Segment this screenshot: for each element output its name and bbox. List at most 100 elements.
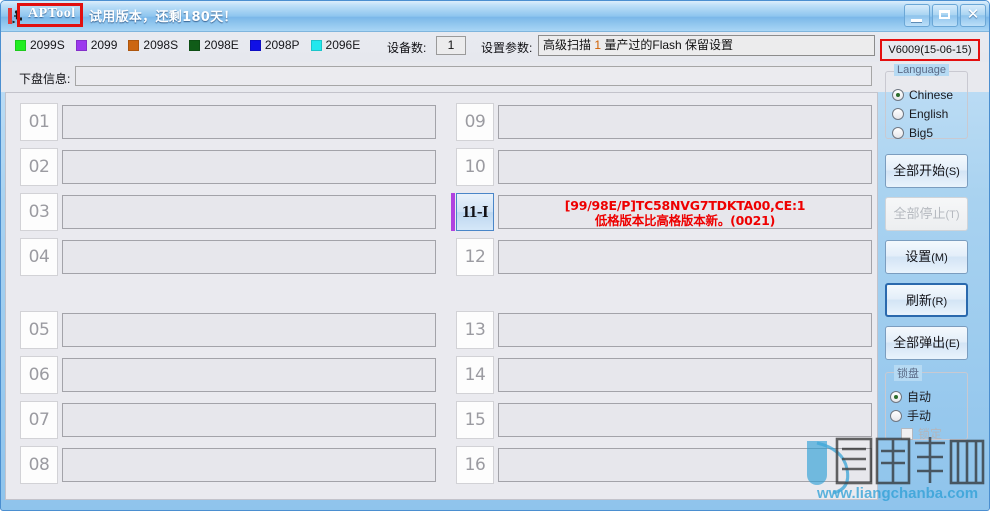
app-title: APTool (28, 6, 76, 21)
radio-icon (890, 409, 902, 422)
checkbox-icon (901, 427, 913, 440)
slot-info-field[interactable] (62, 313, 436, 347)
radio-icon (890, 390, 902, 403)
slot-row: 10 (456, 148, 872, 186)
slot-row: 12 (456, 238, 872, 276)
slot-number-button[interactable]: 04 (20, 238, 58, 276)
slot-number-button[interactable]: 02 (20, 148, 58, 186)
slot-row: 01 (20, 103, 436, 141)
disk-info-row: 下盘信息: (1, 62, 989, 92)
slot-info-field[interactable] (498, 358, 872, 392)
slot-info-field[interactable] (498, 150, 872, 184)
slot-number-button[interactable]: 10 (456, 148, 494, 186)
slot-number-button[interactable]: 08 (20, 446, 58, 484)
legend-color-swatch (249, 39, 261, 51)
slot-message-line-1: [99/98E/P]TC58NVG7TDKTA00,CE:1 (564, 198, 806, 213)
start-all-mnemonic: (S) (945, 166, 960, 178)
settings-mnemonic: (M) (931, 252, 948, 264)
slot-info-field[interactable] (498, 448, 872, 482)
legend-label: 2098S (143, 38, 179, 52)
slot-row: 03 (20, 193, 436, 231)
slot-info-field[interactable] (62, 240, 436, 274)
legend-item-2098E: 2098E (189, 38, 239, 52)
stop-all-label: 全部停止 (893, 206, 946, 221)
slot-number-button[interactable]: 05 (20, 311, 58, 349)
settings-param-field[interactable]: 高级扫描 1 量产过的Flash 保留设置 (538, 35, 875, 56)
eject-all-mnemonic: (E) (945, 338, 960, 350)
slot-row: 08 (20, 446, 436, 484)
start-all-button[interactable]: 全部开始(S) (885, 154, 968, 188)
slot-panel: 01 02 03 04 05 06 07 08 09 10 11-I [99/98E/P]TC58NV… (5, 92, 878, 500)
slot-number-button[interactable]: 15 (456, 401, 494, 439)
disk-info-field[interactable] (75, 66, 872, 86)
language-option-label: Chinese (909, 88, 954, 102)
slot-row: 04 (20, 238, 436, 276)
language-group-title: Language (894, 64, 949, 76)
slot-number-button[interactable]: 07 (20, 401, 58, 439)
language-option-chinese[interactable]: Chinese (892, 88, 953, 102)
stop-all-button[interactable]: 全部停止(T) (885, 197, 968, 231)
slot-info-field[interactable] (62, 358, 436, 392)
lock-checkbox-row[interactable]: 锁定 (901, 425, 942, 442)
slot-row: 13 (456, 311, 872, 349)
lock-option-auto[interactable]: 自动 (890, 388, 931, 405)
start-all-label: 全部开始 (893, 163, 946, 178)
eject-all-button[interactable]: 全部弹出(E) (885, 326, 968, 360)
legend-color-swatch (310, 39, 322, 51)
language-option-label: English (909, 107, 949, 121)
slot-info-field[interactable] (498, 313, 872, 347)
lock-option-label: 自动 (907, 390, 932, 404)
settings-param-label: 设置参数: (481, 41, 533, 55)
slot-info-field[interactable] (498, 403, 872, 437)
legend-item-2098S: 2098S (128, 38, 178, 52)
refresh-button[interactable]: 刷新(R) (885, 283, 968, 317)
slot-row: 07 (20, 401, 436, 439)
slot-row: 06 (20, 356, 436, 394)
device-count-label: 设备数: (387, 41, 427, 55)
minimize-button[interactable] (904, 4, 930, 27)
slot-number-button[interactable]: 01 (20, 103, 58, 141)
legend-item-2098P: 2098P (249, 38, 300, 52)
slot-info-field[interactable] (498, 240, 872, 274)
legend-label: 2099S (30, 38, 65, 52)
slot-info-field[interactable] (62, 150, 436, 184)
slot-number-button[interactable]: 11-I (456, 193, 494, 231)
settings-label: 设置 (905, 249, 932, 264)
legend-color-swatch (189, 39, 201, 51)
slot-row: 14 (456, 356, 872, 394)
slot-number-button[interactable]: 09 (456, 103, 494, 141)
slot-row: 16 (456, 446, 872, 484)
slot-message-line-2: 低格版本比高格版本新。(0021) (594, 213, 776, 228)
language-option-big5[interactable]: Big5 (892, 126, 933, 140)
slot-number-button[interactable]: 03 (20, 193, 58, 231)
slot-number-button[interactable]: 14 (456, 356, 494, 394)
slot-info-field[interactable] (62, 195, 436, 229)
close-button[interactable]: ✕ (960, 4, 986, 27)
title-bar: APTool 试用版本，还剩180天！ ✕ (1, 1, 989, 32)
slot-row: 02 (20, 148, 436, 186)
version-label: V6009(15-06-15) (888, 44, 972, 56)
slot-info-field[interactable]: [99/98E/P]TC58NVG7TDKTA00,CE:1 低格版本比高格版本新… (498, 195, 872, 229)
lock-checkbox-label: 锁定 (918, 427, 943, 441)
language-option-english[interactable]: English (892, 107, 948, 121)
settings-button[interactable]: 设置(M) (885, 240, 968, 274)
language-option-label: Big5 (909, 126, 934, 140)
toolbar: 2099S 2099 2098S 2098E 2098P 2096E 设备数: 1 设置参… (1, 32, 989, 62)
side-panel: Language Chinese English Big5 全部开始(S) 全部… (880, 64, 987, 500)
lock-option-label: 手动 (907, 409, 932, 423)
legend-label: 2098E (204, 38, 239, 52)
slot-info-field[interactable] (62, 403, 436, 437)
slot-number-button[interactable]: 16 (456, 446, 494, 484)
legend-color-swatch (128, 39, 140, 51)
slot-info-field[interactable] (62, 105, 436, 139)
lock-option-manual[interactable]: 手动 (890, 407, 931, 424)
slot-number-button[interactable]: 13 (456, 311, 494, 349)
radio-icon (892, 127, 904, 139)
slot-info-field[interactable] (62, 448, 436, 482)
window-controls: ✕ (904, 4, 986, 27)
maximize-button[interactable] (932, 4, 958, 27)
refresh-label: 刷新 (905, 293, 932, 308)
slot-number-button[interactable]: 12 (456, 238, 494, 276)
slot-number-button[interactable]: 06 (20, 356, 58, 394)
slot-info-field[interactable] (498, 105, 872, 139)
